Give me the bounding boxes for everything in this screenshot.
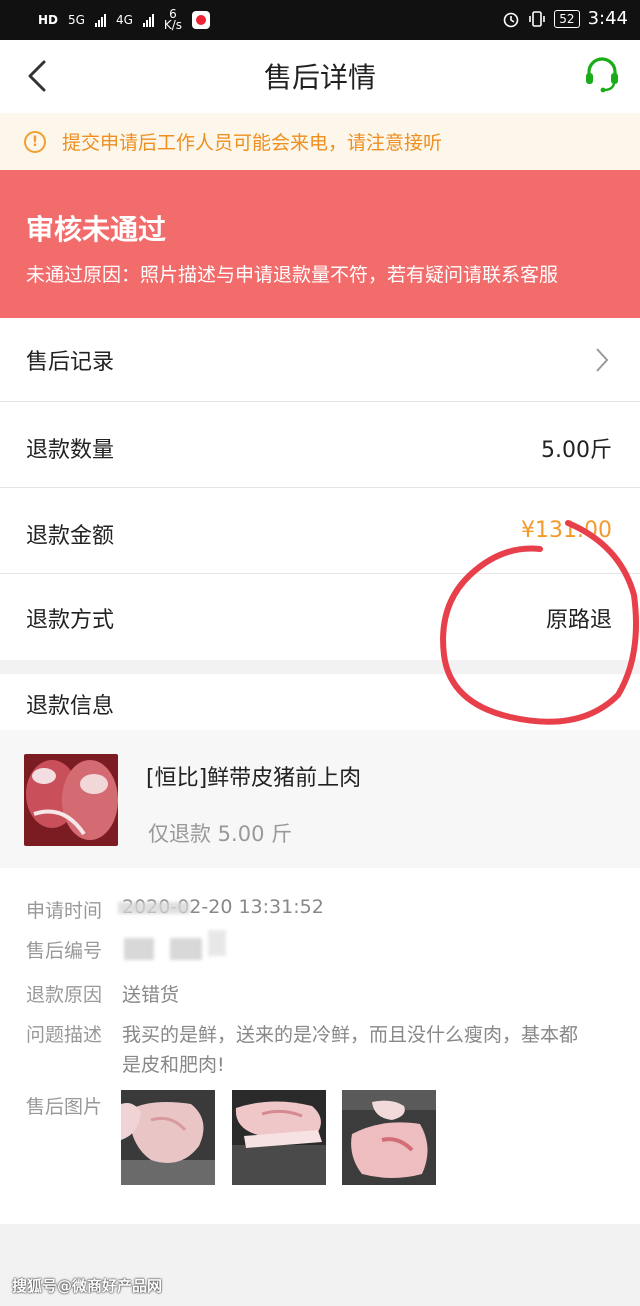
status-bar: HD 5G 4G 6 K/s 52 3:44 xyxy=(0,0,640,40)
app-notification-icon xyxy=(192,11,211,29)
refund-method-label: 退款方式 xyxy=(26,608,115,633)
aftersale-photo-2[interactable] xyxy=(232,1090,326,1185)
network-speed: 6 K/s xyxy=(163,8,183,32)
clock: 3:44 xyxy=(587,8,628,29)
aftersale-record-row[interactable]: 售后记录 xyxy=(0,318,640,402)
review-status-banner: 审核未通过 未通过原因：照片描述与申请退款量不符，若有疑问请联系客服 xyxy=(0,170,640,318)
network-4g-label: 4G xyxy=(115,13,133,27)
product-card[interactable]: [恒比]鲜带皮猪前上肉 仅退款 5.00 斤 xyxy=(0,730,640,868)
redacted-order-no-3 xyxy=(208,930,226,956)
apply-time-label: 申请时间 xyxy=(26,900,103,922)
refund-method-value: 原路退 xyxy=(545,608,612,633)
refund-info-title: 退款信息 xyxy=(26,694,115,719)
hd-badge: HD xyxy=(38,13,59,27)
redacted-order-no-2 xyxy=(170,938,202,960)
refund-quantity-value: 5.00斤 xyxy=(541,438,612,463)
record-label: 售后记录 xyxy=(26,350,115,375)
section-divider xyxy=(0,660,640,674)
rejection-reason: 未通过原因：照片描述与申请退款量不符，若有疑问请联系客服 xyxy=(26,264,559,286)
refund-reason-value: 送错货 xyxy=(122,984,180,1006)
status-right: 52 3:44 xyxy=(502,8,628,29)
issue-desc-line1: 我买的是鲜，送来的是冷鲜，而且没什么瘦肉，基本都 xyxy=(122,1024,579,1046)
watermark: 搜狐号@微商好产品网 xyxy=(12,1277,163,1295)
alarm-icon xyxy=(503,12,519,27)
product-thumbnail xyxy=(24,754,118,846)
nav-header: 售后详情 xyxy=(0,40,640,113)
aftersale-details: 申请时间 2020-02-20 13:31:52 售后编号 退款原因 送错货 问… xyxy=(0,868,640,1224)
battery-indicator: 52 xyxy=(554,9,580,28)
order-no-label: 售后编号 xyxy=(26,940,103,962)
page-title: 售后详情 xyxy=(263,61,376,94)
redacted-mark xyxy=(118,902,190,914)
product-name: [恒比]鲜带皮猪前上肉 xyxy=(146,766,362,791)
aftersale-photo-3[interactable] xyxy=(342,1090,436,1185)
refund-amount-value: ¥131.00 xyxy=(521,518,612,543)
refund-info-header: 退款信息 xyxy=(0,674,640,730)
issue-desc-label: 问题描述 xyxy=(26,1024,103,1046)
network-5g-label: 5G xyxy=(68,13,85,27)
vibrate-icon xyxy=(529,10,546,27)
status-heading: 审核未通过 xyxy=(26,213,167,246)
redacted-order-no-1 xyxy=(124,938,154,960)
refund-quantity-label: 退款数量 xyxy=(26,438,115,463)
speed-unit: K/s xyxy=(163,18,183,32)
customer-service-icon[interactable] xyxy=(582,54,622,94)
aftersale-photo-1[interactable] xyxy=(121,1090,215,1185)
issue-desc-line2: 是皮和肥肉! xyxy=(122,1054,225,1076)
call-notice-bar: ! 提交申请后工作人员可能会来电，请注意接听 xyxy=(0,113,640,170)
refund-amount-label: 退款金额 xyxy=(26,524,115,549)
status-left: HD 5G 4G 6 K/s xyxy=(38,8,211,32)
product-refund-qty: 仅退款 5.00 斤 xyxy=(148,822,293,846)
aftersale-photos-label: 售后图片 xyxy=(26,1096,103,1118)
notice-text: 提交申请后工作人员可能会来电，请注意接听 xyxy=(62,132,443,154)
refund-method-row: 退款方式 原路退 xyxy=(0,574,640,660)
refund-amount-row: 退款金额 ¥131.00 xyxy=(0,488,640,574)
chevron-right-icon xyxy=(596,348,609,372)
info-icon: ! xyxy=(24,130,46,153)
refund-reason-label: 退款原因 xyxy=(26,984,103,1006)
signal-icon xyxy=(94,13,106,27)
refund-quantity-row: 退款数量 5.00斤 xyxy=(0,402,640,488)
signal-icon-2 xyxy=(142,13,154,27)
